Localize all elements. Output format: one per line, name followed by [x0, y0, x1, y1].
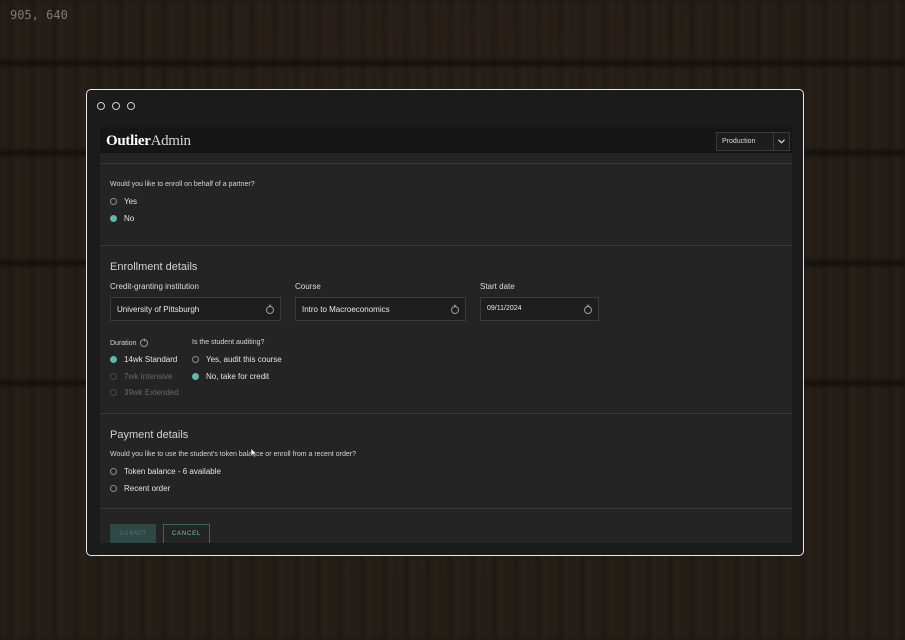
- auditing-question: Is the student auditing?: [192, 339, 265, 346]
- start-date-field[interactable]: 09/11/2024: [480, 297, 599, 321]
- clear-icon[interactable]: [584, 304, 592, 314]
- logo-light-text: Admin: [150, 133, 191, 149]
- duration-label-text: Duration: [110, 339, 137, 347]
- mouse-pointer-icon: [250, 448, 258, 458]
- environment-select[interactable]: Production: [716, 132, 790, 151]
- radio-circle: [192, 356, 199, 363]
- partner-yes-radio[interactable]: Yes: [110, 197, 137, 206]
- payment-question: Would you like to use the student's toke…: [110, 451, 356, 458]
- close-window-button[interactable]: [97, 102, 105, 110]
- radio-circle: [110, 215, 117, 222]
- duration-label: Duration: [110, 338, 149, 347]
- duration-14wk-radio[interactable]: 14wk Standard: [110, 355, 177, 364]
- cancel-button[interactable]: CANCEL: [163, 524, 210, 543]
- partner-no-radio[interactable]: No: [110, 214, 134, 223]
- radio-circle: [110, 356, 117, 363]
- radio-label: 14wk Standard: [124, 355, 178, 364]
- radio-circle: [110, 468, 117, 475]
- radio-circle: [192, 373, 199, 380]
- divider: [100, 245, 792, 246]
- radio-label: 39wk Extended: [124, 388, 179, 397]
- top-bar: OutlierAdmin Production: [100, 127, 792, 153]
- divider: [100, 413, 792, 414]
- chevron-down-icon[interactable]: [773, 133, 789, 150]
- clear-icon[interactable]: [266, 304, 274, 314]
- environment-value: Production: [722, 138, 756, 145]
- submit-button[interactable]: SUBMIT: [110, 524, 156, 543]
- token-balance-radio[interactable]: Token balance - 6 available: [110, 467, 221, 476]
- outlier-admin-logo[interactable]: OutlierAdmin: [106, 133, 191, 150]
- institution-value: University of Pittsburgh: [117, 305, 200, 314]
- screen-dimensions-label: 905, 640: [10, 8, 68, 22]
- radio-label: No, take for credit: [206, 372, 270, 381]
- recent-order-radio[interactable]: Recent order: [110, 484, 170, 493]
- duration-7wk-radio[interactable]: 7wk Intensive: [110, 372, 172, 381]
- logo-bold-text: Outlier: [106, 133, 151, 149]
- audit-no-radio[interactable]: No, take for credit: [192, 372, 269, 381]
- clear-icon[interactable]: [451, 304, 459, 314]
- enrollment-details-heading: Enrollment details: [110, 261, 198, 273]
- radio-label: 7wk Intensive: [124, 372, 173, 381]
- radio-circle: [110, 198, 117, 205]
- radio-circle: [110, 373, 117, 380]
- course-value: Intro to Macroeconomics: [302, 305, 390, 314]
- admin-app: OutlierAdmin Production Would you like t…: [100, 127, 792, 543]
- info-icon[interactable]: [140, 338, 149, 347]
- course-label: Course: [295, 282, 321, 291]
- payment-details-heading: Payment details: [110, 429, 189, 441]
- minimize-window-button[interactable]: [112, 102, 120, 110]
- radio-label: Token balance - 6 available: [124, 467, 221, 476]
- app-window: OutlierAdmin Production Would you like t…: [86, 89, 804, 556]
- divider: [100, 163, 792, 164]
- radio-label: Yes, audit this course: [206, 355, 282, 364]
- maximize-window-button[interactable]: [127, 102, 135, 110]
- radio-label: Yes: [124, 197, 138, 206]
- window-controls: [97, 102, 135, 110]
- duration-39wk-radio[interactable]: 39wk Extended: [110, 388, 179, 397]
- radio-label: No: [124, 214, 135, 223]
- institution-label: Credit-granting institution: [110, 282, 199, 291]
- institution-field[interactable]: University of Pittsburgh: [110, 297, 281, 321]
- radio-label: Recent order: [124, 484, 171, 493]
- radio-circle: [110, 485, 117, 492]
- audit-yes-radio[interactable]: Yes, audit this course: [192, 355, 282, 364]
- start-date-value: 09/11/2024: [487, 305, 522, 312]
- course-field[interactable]: Intro to Macroeconomics: [295, 297, 466, 321]
- start-date-label: Start date: [480, 282, 515, 291]
- partner-question: Would you like to enroll on behalf of a …: [110, 181, 255, 188]
- divider: [100, 508, 792, 509]
- radio-circle: [110, 389, 117, 396]
